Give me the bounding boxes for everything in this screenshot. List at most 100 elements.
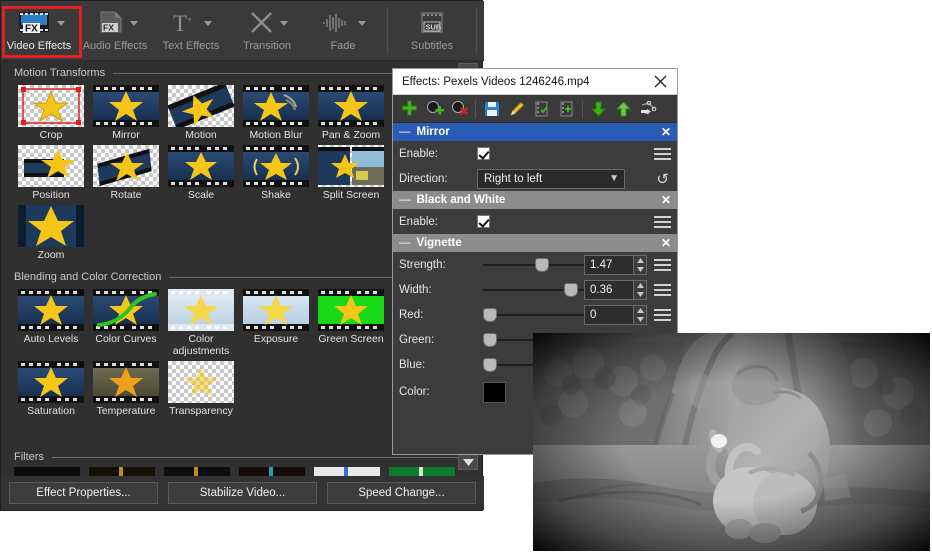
effect-item-zoom[interactable]: Zoom — [14, 201, 88, 261]
effect-item-shake[interactable]: Shake — [239, 141, 313, 201]
hamburger-icon[interactable] — [654, 283, 671, 297]
param-label: Color: — [399, 386, 477, 398]
width-spinner[interactable]: 0.36 — [584, 280, 647, 300]
effect-item-pan-zoom[interactable]: Pan & Zoom — [314, 81, 388, 141]
effect-item-split-screen[interactable]: Split Screen — [314, 141, 388, 201]
effect-thumbnail — [18, 85, 84, 127]
param-label: Blue: — [399, 359, 477, 371]
move-down-icon[interactable] — [586, 97, 611, 121]
effect-item-transparency[interactable]: Transparency — [164, 357, 238, 417]
edit-preset-icon[interactable] — [504, 97, 529, 121]
close-icon[interactable]: ✕ — [661, 125, 671, 139]
chevron-down-icon[interactable] — [358, 21, 366, 26]
effect-header-black-and-white[interactable]: — Black and White ✕ — [393, 191, 677, 209]
param-label: Enable: — [399, 148, 477, 160]
minus-icon[interactable]: — — [399, 237, 411, 249]
effect-item-motion-blur[interactable]: Motion Blur — [239, 81, 313, 141]
effect-item-color-curves[interactable]: Color Curves — [89, 285, 163, 357]
chevron-down-icon[interactable] — [57, 21, 65, 26]
video-preview[interactable] — [533, 333, 930, 551]
close-icon[interactable] — [643, 69, 677, 95]
effect-item-green-screen[interactable]: Green Screen — [314, 285, 388, 357]
ribbon-button-video-effects[interactable]: FX Video Effects — [1, 5, 77, 57]
effect-item-rotate[interactable]: Rotate — [89, 141, 163, 201]
chevron-down-icon — [637, 267, 644, 272]
slider-knob[interactable] — [483, 358, 497, 372]
revert-icon[interactable]: ↺ — [656, 170, 669, 188]
effect-item-scale[interactable]: Scale — [164, 141, 238, 201]
red-spinner[interactable]: 0 — [584, 305, 647, 325]
effect-item-color-adjustments[interactable]: Color adjustments — [164, 285, 238, 357]
effect-item-mirror[interactable]: Mirror — [89, 81, 163, 141]
copy-to-clip-icon[interactable] — [529, 97, 554, 121]
hamburger-icon[interactable] — [654, 147, 671, 161]
param-row-direction: Direction: Right to left ▼ ↺ — [393, 166, 677, 191]
effect-header-vignette[interactable]: — Vignette ✕ — [393, 234, 677, 252]
slider-knob[interactable] — [564, 283, 578, 297]
chevron-down-icon[interactable] — [280, 21, 288, 26]
strength-spinner[interactable]: 1.47 — [584, 255, 647, 275]
enable-checkbox[interactable] — [477, 215, 490, 228]
spinner-arrows[interactable] — [634, 255, 647, 275]
effect-thumbnail — [18, 289, 84, 331]
paste-to-clip-icon[interactable] — [554, 97, 579, 121]
ribbon-button-text-effects[interactable]: T * Text Effects — [153, 5, 229, 57]
spinner-arrows[interactable] — [634, 305, 647, 325]
slider-knob[interactable] — [483, 308, 497, 322]
width-value[interactable]: 0.36 — [584, 280, 634, 300]
move-up-icon[interactable] — [611, 97, 636, 121]
hamburger-icon[interactable] — [654, 215, 671, 229]
color-swatch[interactable] — [483, 382, 506, 403]
slider-knob[interactable] — [535, 258, 549, 272]
chevron-down-icon[interactable] — [204, 21, 212, 26]
effect-item-auto-levels[interactable]: Auto Levels — [14, 285, 88, 357]
ribbon-button-subtitles[interactable]: SUB Subtitles — [394, 5, 470, 57]
strength-slider[interactable] — [483, 258, 595, 272]
effect-item-temperature[interactable]: Temperature — [89, 357, 163, 417]
direction-select[interactable]: Right to left ▼ — [477, 169, 625, 189]
chevron-down-icon[interactable] — [130, 21, 138, 26]
spinner-arrows[interactable] — [634, 280, 647, 300]
red-slider[interactable] — [483, 308, 595, 322]
svg-text:FX: FX — [25, 24, 38, 35]
hamburger-icon[interactable] — [654, 258, 671, 272]
effect-item-position[interactable]: Position — [14, 141, 88, 201]
remove-keyframe-icon[interactable] — [447, 97, 472, 121]
effect-label: Exposure — [254, 333, 298, 345]
chevron-down-icon[interactable]: ▼ — [609, 173, 619, 184]
enable-checkbox[interactable] — [477, 147, 490, 160]
scroll-down-button[interactable] — [458, 453, 478, 470]
add-keyframe-icon[interactable] — [422, 97, 447, 121]
close-icon[interactable]: ✕ — [661, 236, 671, 250]
ribbon-button-transition[interactable]: Transition — [229, 5, 305, 57]
ribbon-toolbar: FX Video Effects FX Audio Effects — [1, 1, 484, 61]
effect-item-exposure[interactable]: Exposure — [239, 285, 313, 357]
speed-change-button[interactable]: Speed Change... — [327, 482, 476, 504]
effect-item-motion[interactable]: Motion — [164, 81, 238, 141]
hamburger-icon[interactable] — [654, 308, 671, 322]
minus-icon[interactable]: — — [399, 126, 411, 138]
param-label: Direction: — [399, 173, 477, 185]
effect-header-mirror[interactable]: — Mirror ✕ — [393, 123, 677, 141]
strength-value[interactable]: 1.47 — [584, 255, 634, 275]
minus-icon[interactable]: — — [399, 194, 411, 206]
effect-properties-button[interactable]: Effect Properties... — [9, 482, 158, 504]
ribbon-button-audio-effects[interactable]: FX Audio Effects — [77, 5, 153, 57]
effect-thumbnail — [168, 85, 234, 127]
close-icon[interactable]: ✕ — [661, 193, 671, 207]
effect-thumbnail — [18, 361, 84, 403]
red-value[interactable]: 0 — [584, 305, 634, 325]
effect-item-saturation[interactable]: Saturation — [14, 357, 88, 417]
effect-thumbnail — [93, 145, 159, 187]
ribbon-button-fade[interactable]: Fade — [305, 5, 381, 57]
stabilize-video-button[interactable]: Stabilize Video... — [168, 482, 317, 504]
chevron-up-icon — [637, 258, 644, 263]
width-slider[interactable] — [483, 283, 595, 297]
effect-item-crop[interactable]: Crop — [14, 81, 88, 141]
chevron-up-icon — [637, 308, 644, 313]
slider-knob[interactable] — [483, 333, 497, 347]
transition-icon — [247, 8, 288, 38]
curve-editor-icon[interactable] — [636, 97, 661, 121]
save-preset-icon[interactable] — [479, 97, 504, 121]
add-effect-icon[interactable] — [397, 97, 422, 121]
